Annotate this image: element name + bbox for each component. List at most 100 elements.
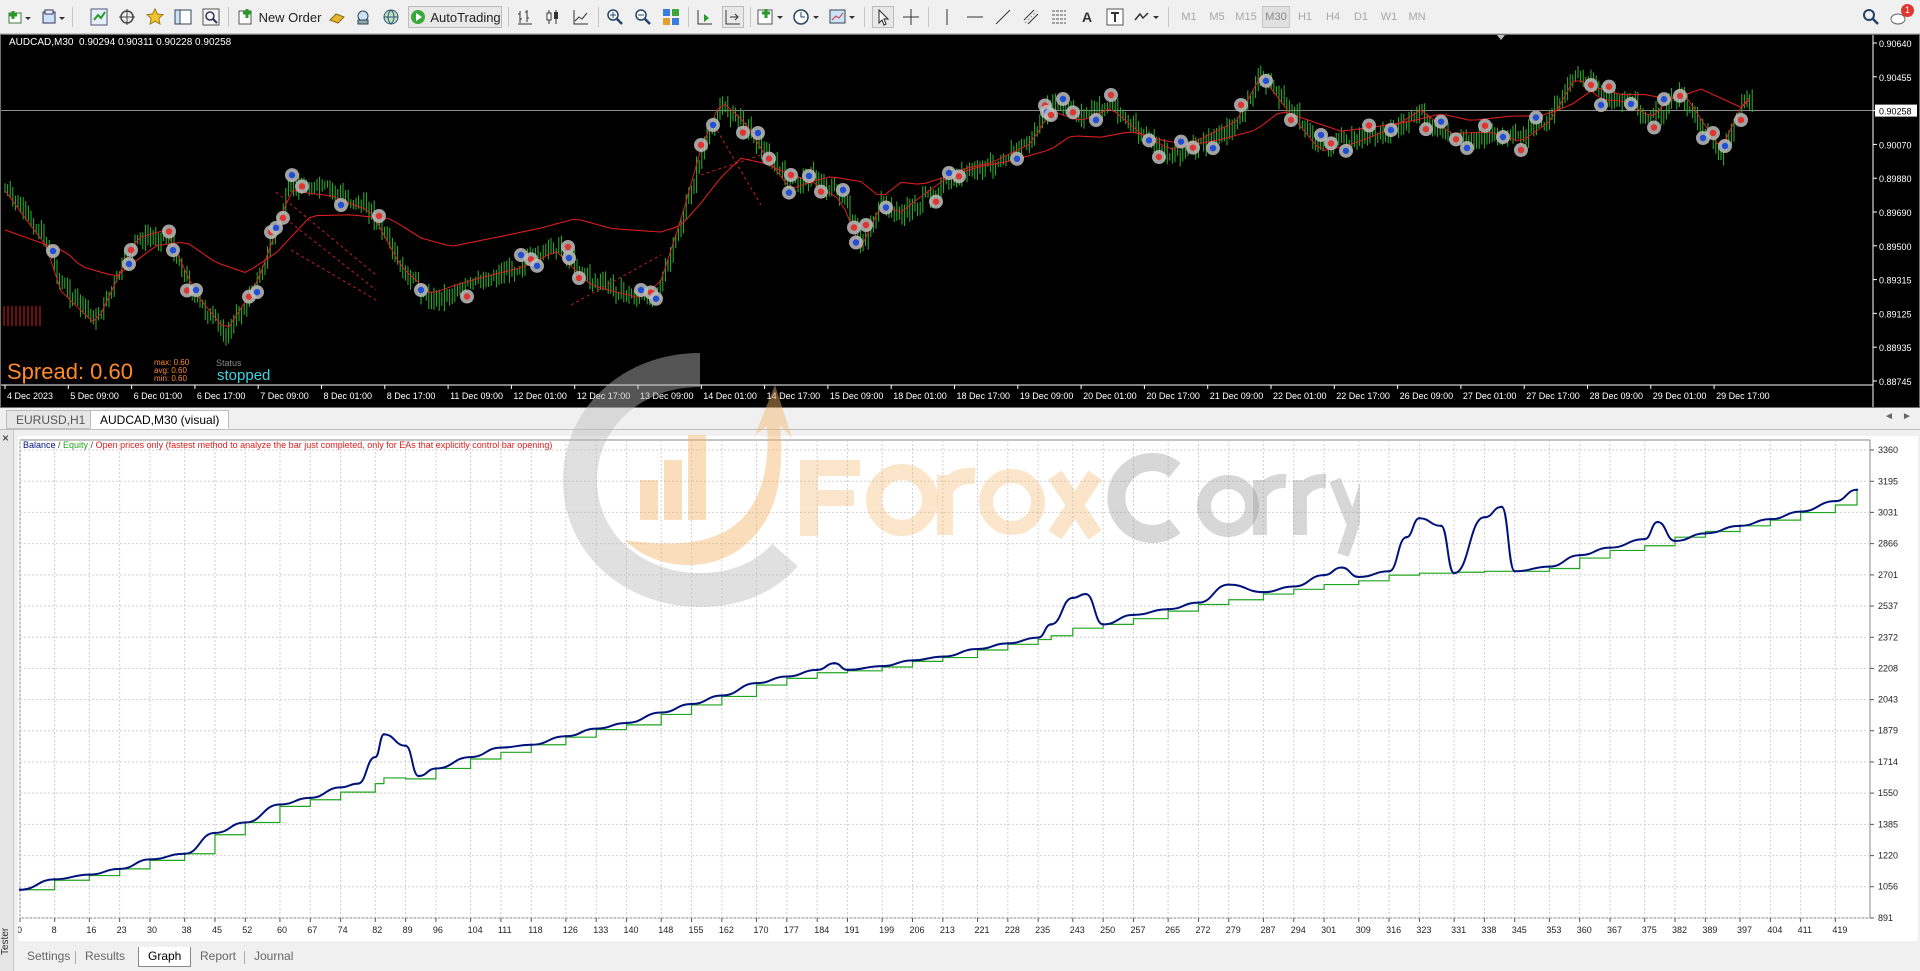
equity-point bbox=[1071, 596, 1075, 600]
sell-marker-dot bbox=[127, 246, 135, 254]
equity-point bbox=[1006, 642, 1010, 645]
tab-report[interactable]: Report bbox=[191, 947, 245, 967]
indicators-button[interactable] bbox=[756, 6, 786, 28]
timeframe-m1[interactable]: M1 bbox=[1176, 6, 1202, 28]
timeframe-h1[interactable]: H1 bbox=[1292, 6, 1318, 28]
tabs-scroll-left-icon[interactable]: ◄ bbox=[1884, 411, 1894, 422]
close-icon[interactable]: × bbox=[2, 432, 9, 444]
equity-point bbox=[941, 655, 945, 658]
market-button[interactable] bbox=[380, 6, 402, 28]
trendline-icon bbox=[995, 9, 1011, 25]
y-tick-label: 3195 bbox=[1878, 476, 1898, 486]
market-watch-button[interactable] bbox=[88, 6, 110, 28]
data-window-button[interactable] bbox=[116, 6, 138, 28]
timeframe-d1[interactable]: D1 bbox=[1348, 6, 1374, 28]
equity-point bbox=[1405, 535, 1408, 539]
balance-equity-chart: 8911056122013851550171418792043220823722… bbox=[18, 439, 1898, 935]
signals-button[interactable] bbox=[352, 6, 374, 28]
new-order-button[interactable]: New Order bbox=[236, 6, 322, 28]
equity-point bbox=[417, 774, 420, 778]
sell-marker-dot bbox=[463, 293, 471, 300]
templates-icon bbox=[829, 9, 855, 24]
timeframe-mn[interactable]: MN bbox=[1404, 6, 1430, 28]
sell-marker-dot bbox=[765, 155, 773, 162]
time-tick-label: 21 Dec 09:00 bbox=[1210, 391, 1264, 401]
notification-badge: 1 bbox=[1901, 4, 1914, 17]
chart-tab-audcad[interactable]: AUDCAD,M30 (visual) bbox=[90, 410, 230, 429]
x-tick-label: 397 bbox=[1737, 925, 1752, 935]
y-tick-label: 2208 bbox=[1878, 663, 1898, 673]
time-tick-label: 27 Dec 01:00 bbox=[1463, 391, 1517, 401]
sell-marker-dot bbox=[575, 274, 583, 282]
terminal-button[interactable] bbox=[172, 6, 194, 28]
tab-settings[interactable]: Settings bbox=[18, 947, 79, 967]
buy-marker-dot bbox=[565, 254, 573, 262]
sell-marker-dot bbox=[564, 243, 572, 251]
plot-area bbox=[19, 439, 1871, 919]
navigator-button[interactable] bbox=[144, 6, 166, 28]
chart-tab-eurusd[interactable]: EURUSD,H1 bbox=[6, 410, 96, 429]
timeframe-m15[interactable]: M15 bbox=[1232, 6, 1260, 28]
bar-chart-button[interactable] bbox=[514, 6, 536, 28]
fast-moving-average-line bbox=[4, 74, 1750, 328]
trendline-button[interactable] bbox=[992, 6, 1014, 28]
buy-marker-dot bbox=[785, 189, 793, 196]
equity-point bbox=[1084, 592, 1088, 596]
cursor-button[interactable] bbox=[872, 6, 894, 28]
sell-marker-dot bbox=[1737, 116, 1745, 124]
chart-shift-button[interactable] bbox=[694, 6, 716, 28]
auto-scroll-button[interactable] bbox=[722, 6, 744, 28]
new-chart-button[interactable] bbox=[6, 6, 34, 28]
fibonacci-button[interactable] bbox=[1048, 6, 1070, 28]
periods-button[interactable] bbox=[792, 6, 822, 28]
zoom-in-button[interactable] bbox=[604, 6, 626, 28]
line-chart-button[interactable] bbox=[570, 6, 592, 28]
text-label-button[interactable] bbox=[1104, 6, 1126, 28]
price-chart-window[interactable]: 0.90640 0.90455 0.90258 0.90070 0.89880 0.896… bbox=[0, 34, 1920, 408]
arrows-button[interactable] bbox=[1132, 6, 1162, 28]
profiles-button[interactable] bbox=[40, 6, 68, 28]
equity-point bbox=[118, 867, 121, 871]
x-tick-label: 338 bbox=[1481, 925, 1496, 935]
price-chart[interactable]: 0.90640 0.90455 0.90258 0.90070 0.89880 0.896… bbox=[1, 35, 1919, 407]
buy-marker-dot bbox=[169, 246, 177, 254]
x-tick-label: 353 bbox=[1546, 925, 1561, 935]
equidistant-channel-button[interactable] bbox=[1020, 6, 1042, 28]
vertical-line-button[interactable] bbox=[936, 6, 958, 28]
text-button[interactable]: A bbox=[1076, 6, 1098, 28]
search-button[interactable] bbox=[1860, 6, 1882, 28]
autotrading-button[interactable]: AutoTrading bbox=[408, 6, 502, 28]
sell-marker-dot bbox=[739, 129, 747, 136]
tab-graph[interactable]: Graph bbox=[138, 947, 192, 967]
x-tick-label: 250 bbox=[1100, 925, 1115, 935]
equity-point bbox=[1387, 570, 1391, 573]
candlestick-button[interactable] bbox=[542, 6, 564, 28]
timeframe-w1[interactable]: W1 bbox=[1376, 6, 1402, 28]
time-tick-label: 6 Dec 01:00 bbox=[134, 391, 183, 401]
one-click-trading-button[interactable] bbox=[326, 6, 348, 28]
tile-windows-button[interactable] bbox=[660, 6, 682, 28]
tab-journal[interactable]: Journal bbox=[245, 947, 302, 967]
chart-shift-icon bbox=[697, 10, 712, 25]
templates-button[interactable] bbox=[828, 6, 858, 28]
y-tick-label: 3360 bbox=[1878, 445, 1898, 455]
x-tick-label: 257 bbox=[1130, 925, 1145, 935]
strategy-tester-button[interactable] bbox=[200, 6, 222, 28]
horizontal-line-button[interactable] bbox=[964, 6, 986, 28]
x-tick-label: 235 bbox=[1035, 925, 1050, 935]
notifications-button[interactable]: 1 bbox=[1888, 4, 1914, 28]
crosshair-button[interactable] bbox=[900, 6, 922, 28]
timeframe-m5[interactable]: M5 bbox=[1204, 6, 1230, 28]
x-tick-label: 8 bbox=[52, 925, 57, 935]
gold-bar-icon bbox=[329, 13, 345, 24]
zoom-out-button[interactable] bbox=[632, 6, 654, 28]
timeframe-h4[interactable]: H4 bbox=[1320, 6, 1346, 28]
timeframe-m30[interactable]: M30 bbox=[1262, 6, 1290, 28]
x-tick-label: 411 bbox=[1798, 925, 1812, 935]
tabs-scroll-right-icon[interactable]: ► bbox=[1902, 411, 1912, 422]
x-tick-label: 316 bbox=[1386, 925, 1401, 935]
equity-point bbox=[53, 878, 56, 881]
tab-results[interactable]: Results bbox=[76, 947, 134, 967]
time-tick-label: 20 Dec 17:00 bbox=[1146, 391, 1200, 401]
price-tick-label: 0.88745 bbox=[1879, 377, 1912, 387]
